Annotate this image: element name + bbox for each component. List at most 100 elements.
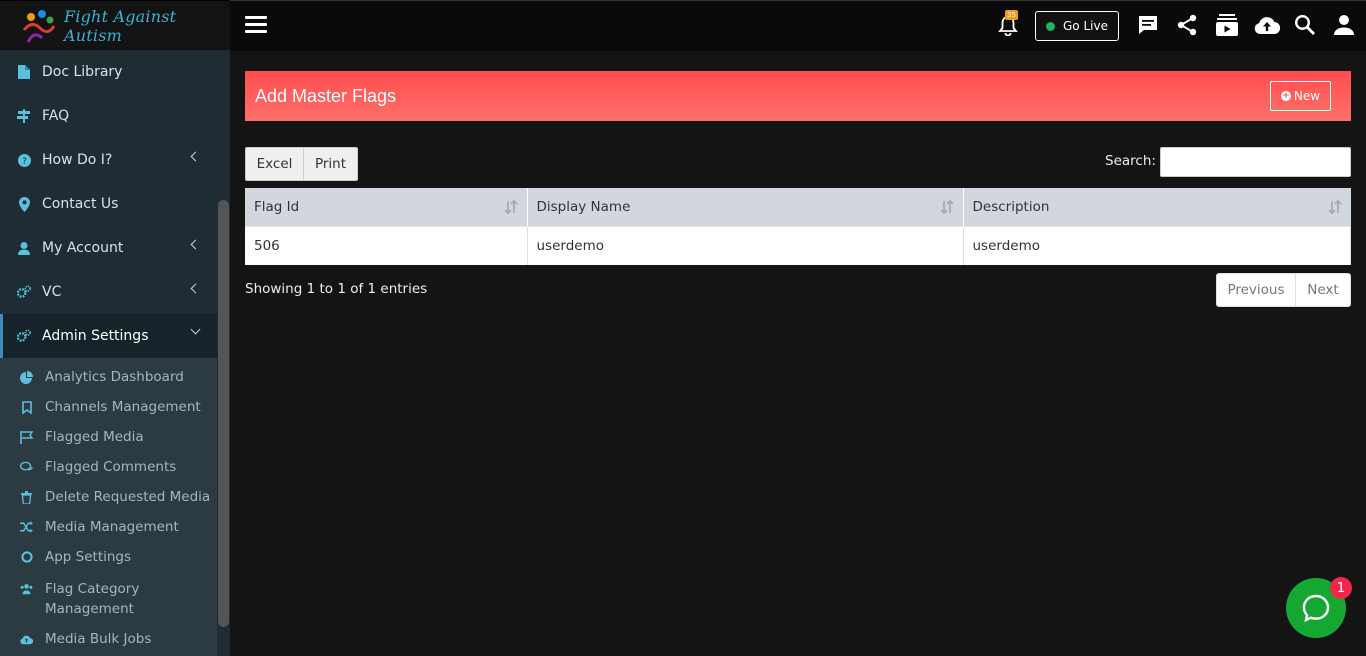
sidebar-item-label: Contact Us xyxy=(42,196,119,212)
column-header-display-name[interactable]: Display Name xyxy=(527,188,964,226)
sidebar-item-label: FAQ xyxy=(42,108,70,124)
submenu-item-flag-category-management[interactable]: Flag Category Management xyxy=(0,572,217,624)
cell-description: userdemo xyxy=(963,225,1351,265)
submenu-item-label: App Settings xyxy=(45,549,132,565)
submenu-item-label: Media Management xyxy=(45,519,179,535)
share-icon[interactable] xyxy=(1176,14,1200,38)
sidebar-item-label: VC xyxy=(42,284,62,300)
admin-settings-submenu: Analytics Dashboard Channels Management … xyxy=(0,358,217,656)
submenu-item-label: Delete Requested Media xyxy=(45,489,211,505)
excel-button[interactable]: Excel xyxy=(245,147,304,181)
go-live-button[interactable]: Go Live xyxy=(1035,11,1119,41)
submenu-item-app-settings[interactable]: App Settings xyxy=(0,542,217,572)
cogs-icon xyxy=(17,329,31,343)
table-row[interactable]: 506 userdemo userdemo xyxy=(245,225,1351,265)
cogs-icon xyxy=(17,285,31,299)
sidebar-item-admin-settings[interactable]: Admin Settings xyxy=(0,314,217,358)
submenu-item-label: Channels Management xyxy=(45,399,201,415)
chat-bubble-icon xyxy=(1302,594,1330,623)
page-title: Add Master Flags xyxy=(255,85,397,106)
new-button[interactable]: + New xyxy=(1270,81,1331,111)
video-library-icon[interactable] xyxy=(1215,14,1239,38)
submenu-item-flagged-comments[interactable]: Flagged Comments xyxy=(0,452,217,482)
new-button-label: New xyxy=(1293,89,1321,103)
sidebar-item-faq[interactable]: FAQ xyxy=(0,94,217,138)
sidebar-item-label: Doc Library xyxy=(42,64,123,80)
search-input[interactable] xyxy=(1160,147,1351,177)
comments-icon xyxy=(20,461,33,474)
sort-icon[interactable] xyxy=(1327,199,1342,215)
submenu-item-flagged-media[interactable]: Flagged Media xyxy=(0,422,217,452)
submenu-item-analytics-dashboard[interactable]: Analytics Dashboard xyxy=(0,362,217,392)
sidebar-item-vc[interactable]: VC xyxy=(0,270,217,314)
svg-text:?: ? xyxy=(22,157,27,167)
signpost-icon xyxy=(17,109,31,123)
sort-icon[interactable] xyxy=(503,199,518,215)
users-icon xyxy=(20,582,33,595)
sidebar-item-contact-us[interactable]: Contact Us xyxy=(0,182,217,226)
chevron-left-icon xyxy=(190,151,201,162)
map-marker-icon xyxy=(17,196,31,212)
next-button[interactable]: Next xyxy=(1296,273,1351,307)
submenu-item-channels-management[interactable]: Channels Management xyxy=(0,392,217,422)
sidebar-scrollbar[interactable] xyxy=(218,200,229,627)
upload-cloud-icon[interactable] xyxy=(1254,14,1281,38)
sidebar-item-label: My Account xyxy=(42,240,124,256)
submenu-item-label: Flagged Media xyxy=(45,429,144,445)
flags-table: Flag Id Display Name Description 506 use… xyxy=(245,188,1351,265)
cell-flag-id: 506 xyxy=(245,225,528,265)
pagination: Previous Next xyxy=(1216,273,1351,307)
sort-icon[interactable] xyxy=(939,199,954,215)
go-live-label: Go Live xyxy=(1063,19,1108,33)
cell-display-name: userdemo xyxy=(527,225,964,265)
print-button[interactable]: Print xyxy=(304,147,358,181)
logo-icon xyxy=(18,8,58,44)
flag-icon xyxy=(20,430,33,444)
chevron-down-icon xyxy=(190,324,201,335)
previous-button[interactable]: Previous xyxy=(1216,273,1296,307)
top-navbar: 35 Go Live xyxy=(230,0,1366,51)
submenu-item-label: Analytics Dashboard xyxy=(45,369,184,385)
sidebar-item-my-account[interactable]: My Account xyxy=(0,226,217,270)
table-header-row: Flag Id Display Name Description xyxy=(245,188,1351,226)
column-header-label: Description xyxy=(972,198,1050,215)
search-label: Search: xyxy=(1105,153,1156,169)
menu-toggle-icon[interactable] xyxy=(245,16,267,34)
chat-unread-badge: 1 xyxy=(1330,577,1352,599)
column-header-label: Display Name xyxy=(536,198,631,215)
table-info: Showing 1 to 1 of 1 entries xyxy=(245,281,428,297)
submenu-item-label: Flagged Comments xyxy=(45,459,177,475)
column-header-label: Flag Id xyxy=(254,198,300,215)
export-buttons: Excel Print xyxy=(245,147,358,181)
live-status-dot xyxy=(1046,21,1055,31)
pie-chart-icon xyxy=(20,370,33,384)
column-header-description[interactable]: Description xyxy=(963,188,1351,226)
user-icon xyxy=(17,241,31,255)
plus-circle-icon: + xyxy=(1280,91,1291,101)
chat-message-icon[interactable] xyxy=(1137,14,1161,38)
brand-name: Fight Against Autism xyxy=(64,6,177,45)
chevron-left-icon xyxy=(190,283,201,294)
cloud-upload-icon xyxy=(20,633,33,646)
question-circle-icon: ? xyxy=(17,153,31,167)
submenu-item-delete-requested-media[interactable]: Delete Requested Media xyxy=(0,482,217,512)
sidebar-item-how-do-i[interactable]: ? How Do I? xyxy=(0,138,217,182)
sidebar-item-doc-library[interactable]: Doc Library xyxy=(0,50,217,94)
circle-icon xyxy=(20,551,33,564)
logo-bar[interactable]: Fight Against Autism xyxy=(0,0,230,50)
sidebar: Fight Against Autism Doc Library FAQ ? H… xyxy=(0,0,230,656)
bookmark-icon xyxy=(20,400,33,414)
submenu-item-media-management[interactable]: Media Management xyxy=(0,512,217,542)
sidebar-item-label: Admin Settings xyxy=(42,328,149,344)
sidebar-item-label: How Do I? xyxy=(42,152,113,168)
random-icon xyxy=(20,521,33,534)
search-icon[interactable] xyxy=(1294,14,1318,38)
submenu-item-label: Flag Category Management xyxy=(45,581,140,617)
trash-icon xyxy=(20,490,33,504)
column-header-flag-id[interactable]: Flag Id xyxy=(245,188,528,226)
notification-count-badge: 35 xyxy=(1005,10,1018,20)
submenu-item-label: Media Bulk Jobs xyxy=(45,631,152,647)
submenu-item-media-bulk-jobs[interactable]: Media Bulk Jobs xyxy=(0,624,217,654)
panel-header: Add Master Flags + New xyxy=(245,71,1351,121)
user-profile-icon[interactable] xyxy=(1333,14,1357,38)
